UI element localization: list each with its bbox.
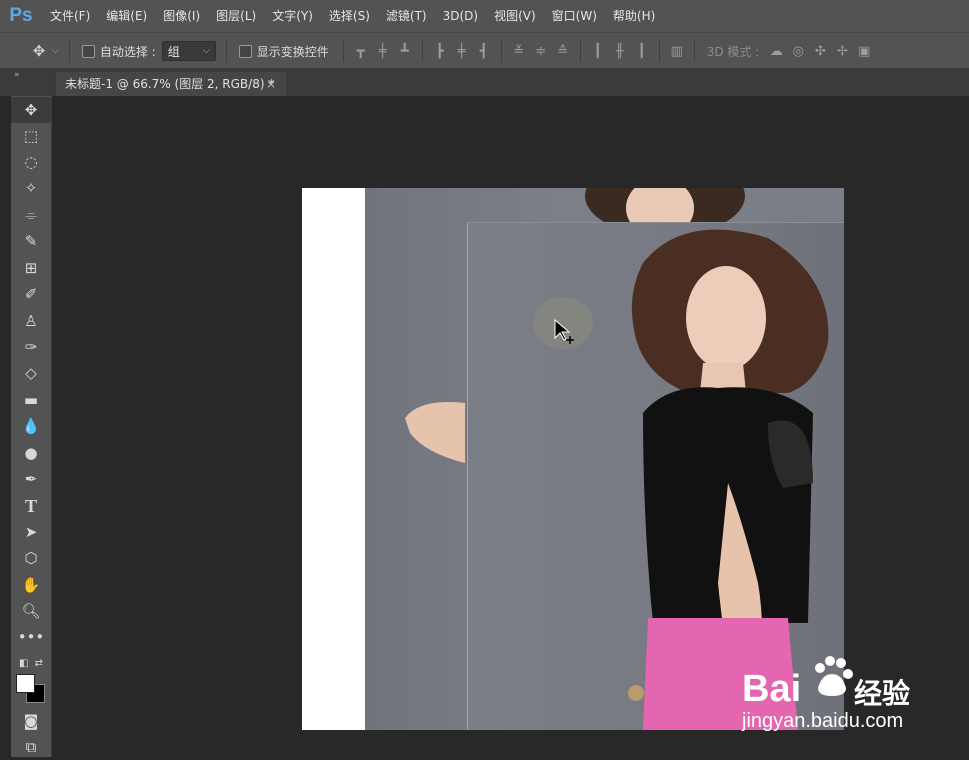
menu-view[interactable]: 视图(V) [486, 0, 544, 32]
quick-mask-icon[interactable]: ◙ [11, 708, 51, 734]
eraser-tool-icon[interactable]: ◇ [11, 360, 51, 386]
tools-panel: ✥ ⬚ ◌ ✧ ⌯ ✎ ⊞ ✐ ♙ ✑ ◇ ▬ 💧 ● ✒ T ➤ ⬡ ✋ 🔍︎… [11, 96, 52, 757]
scale-3d-icon[interactable]: ▣ [853, 44, 875, 59]
divider [342, 40, 344, 62]
auto-select-label: 自动选择 : [99, 44, 156, 59]
align-left-icon[interactable]: ┣ [429, 44, 451, 59]
marquee-tool-icon[interactable]: ⬚ [11, 123, 51, 149]
foreground-color-swatch[interactable] [16, 674, 35, 693]
history-brush-tool-icon[interactable]: ✑ [11, 334, 51, 360]
options-bar: ✥ ⌵ 自动选择 : 组 ⌵ 显示变换控件 ┳ ╪ ┻ ┣ ╪ ┫ ≚ ≑ ≙ … [0, 32, 969, 69]
auto-select-value: 组 [167, 44, 180, 59]
menu-bar: Ps 文件(F) 编辑(E) 图像(I) 图层(L) 文字(Y) 选择(S) 滤… [0, 0, 969, 32]
path-selection-tool-icon[interactable]: ➤ [11, 519, 51, 545]
baidu-jingyan-watermark: Bai 经验 jingyan.baidu.com [742, 650, 942, 740]
distribute-bottom-icon[interactable]: ≙ [552, 44, 574, 59]
slide-3d-icon[interactable]: ✢ [831, 44, 853, 59]
collapse-panel-icon[interactable]: » [14, 70, 20, 80]
watermark-brand: Bai [742, 668, 802, 710]
align-vcenter-icon[interactable]: ╪ [372, 44, 394, 59]
divider [421, 40, 423, 62]
swap-colors-icon[interactable]: ⇄ [35, 658, 43, 669]
pen-tool-icon[interactable]: ✒ [11, 466, 51, 492]
divider [579, 40, 581, 62]
align-hcenter-icon[interactable]: ╪ [451, 44, 473, 59]
divider [658, 40, 660, 62]
watermark-suffix: 经验 [854, 678, 911, 709]
move-tool-icon[interactable]: ✥ [11, 97, 51, 123]
zoom-tool-icon[interactable]: 🔍︎ [11, 598, 51, 624]
roll-3d-icon[interactable]: ◎ [787, 44, 809, 59]
auto-select-checkbox[interactable] [81, 44, 95, 58]
chevron-down-icon[interactable]: ⌵ [52, 46, 59, 56]
menu-3d[interactable]: 3D(D) [435, 0, 486, 32]
distribute-left-icon[interactable]: ┃ [587, 44, 609, 59]
document-tab-title: 未标题-1 @ 66.7% (图层 2, RGB/8) * [65, 77, 275, 91]
document-canvas[interactable] [302, 188, 844, 730]
shape-tool-icon[interactable]: ⬡ [11, 545, 51, 571]
lasso-tool-icon[interactable]: ◌ [11, 149, 51, 175]
distribute-hcenter-icon[interactable]: ╫ [609, 44, 631, 59]
distribute-vcenter-icon[interactable]: ≑ [530, 44, 552, 59]
divider [225, 40, 227, 62]
orbit-3d-icon[interactable]: ☁ [765, 44, 787, 59]
show-transform-label: 显示变换控件 [256, 44, 329, 59]
healing-brush-tool-icon[interactable]: ⊞ [11, 255, 51, 281]
crop-tool-icon[interactable]: ⌯ [11, 202, 51, 228]
brush-tool-icon[interactable]: ✐ [11, 281, 51, 307]
menu-window[interactable]: 窗口(W) [544, 0, 605, 32]
watermark-url: jingyan.baidu.com [742, 710, 904, 732]
divider [500, 40, 502, 62]
distribute-right-icon[interactable]: ┃ [631, 44, 653, 59]
align-top-icon[interactable]: ┳ [350, 44, 372, 59]
show-transform-checkbox[interactable] [238, 44, 252, 58]
reset-colors-icon[interactable]: ◧ [19, 658, 28, 669]
align-right-icon[interactable]: ┫ [473, 44, 495, 59]
close-icon[interactable]: × [266, 72, 276, 96]
menu-select[interactable]: 选择(S) [321, 0, 378, 32]
distribute-top-icon[interactable]: ≚ [508, 44, 530, 59]
more-tools-icon[interactable]: ••• [11, 624, 51, 650]
menu-layer[interactable]: 图层(L) [208, 0, 264, 32]
paw-icon [815, 656, 853, 696]
chevron-down-icon: ⌵ [202, 46, 210, 56]
menu-help[interactable]: 帮助(H) [605, 0, 663, 32]
divider [68, 40, 70, 62]
menu-type[interactable]: 文字(Y) [264, 0, 321, 32]
document-tab-bar: 未标题-1 @ 66.7% (图层 2, RGB/8) * × [0, 68, 969, 96]
auto-align-icon[interactable]: ▥ [666, 44, 688, 59]
move-cursor-icon [554, 318, 574, 344]
color-swatches[interactable] [16, 670, 50, 704]
hand-tool-icon[interactable]: ✋ [11, 572, 51, 598]
eyedropper-tool-icon[interactable]: ✎ [11, 228, 51, 254]
drag-3d-icon[interactable]: ✣ [809, 44, 831, 59]
menu-file[interactable]: 文件(F) [42, 0, 98, 32]
align-bottom-icon[interactable]: ┻ [394, 44, 416, 59]
mode-3d-label: 3D 模式 : [706, 44, 760, 59]
blur-tool-icon[interactable]: 💧 [11, 413, 51, 439]
document-tab[interactable]: 未标题-1 @ 66.7% (图层 2, RGB/8) * × [55, 71, 287, 96]
magic-wand-tool-icon[interactable]: ✧ [11, 175, 51, 201]
dodge-tool-icon[interactable]: ● [11, 440, 51, 466]
screen-mode-icon[interactable]: ⧉ [11, 734, 51, 760]
move-tool-preset-icon[interactable]: ✥ [26, 42, 52, 60]
menu-filter[interactable]: 滤镜(T) [378, 0, 435, 32]
auto-select-dropdown[interactable]: 组 ⌵ [161, 41, 216, 61]
divider [693, 40, 695, 62]
type-tool-icon[interactable]: T [11, 493, 51, 519]
photoshop-logo: Ps [9, 5, 33, 26]
clone-stamp-tool-icon[interactable]: ♙ [11, 308, 51, 334]
gradient-tool-icon[interactable]: ▬ [11, 387, 51, 413]
menu-edit[interactable]: 编辑(E) [98, 0, 155, 32]
menu-image[interactable]: 图像(I) [155, 0, 208, 32]
